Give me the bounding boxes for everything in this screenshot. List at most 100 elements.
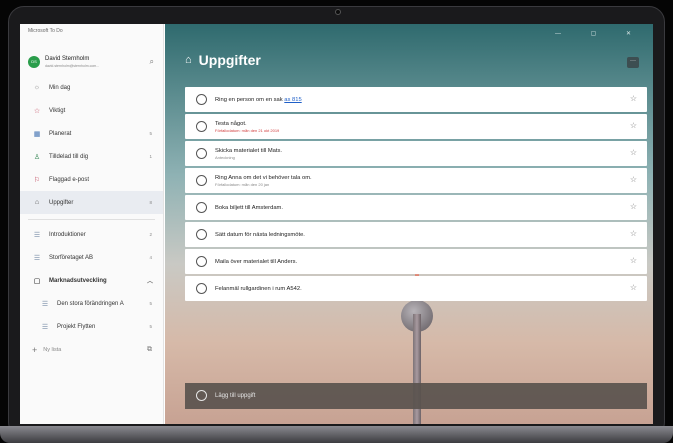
star-icon[interactable]: ☆ bbox=[630, 94, 637, 103]
complete-checkbox[interactable] bbox=[196, 202, 207, 213]
page-title: Uppgifter bbox=[198, 52, 261, 68]
task-item[interactable]: Maila över materialet till Anders. ☆ bbox=[185, 249, 647, 274]
complete-checkbox[interactable] bbox=[196, 229, 207, 240]
group-icon: ▢ bbox=[33, 277, 41, 285]
task-text: Boka biljett till Amsterdam. bbox=[215, 205, 283, 211]
page-header: ⌂ Uppgifter bbox=[185, 52, 261, 68]
sidebar-item-count: 5 bbox=[149, 131, 152, 136]
task-title: Felanmäl rullgardinen i rum A542. bbox=[215, 285, 302, 292]
star-icon[interactable]: ☆ bbox=[630, 121, 637, 130]
new-list-label: Ny lista bbox=[43, 347, 62, 353]
account-name: David Sternholm bbox=[45, 56, 90, 62]
task-due-date: Förfallodatum: mån den 21 okt 2019 bbox=[215, 127, 280, 133]
star-icon[interactable]: ☆ bbox=[630, 229, 637, 238]
sidebar-item-label: Projekt Flytten bbox=[57, 323, 96, 330]
star-icon[interactable]: ☆ bbox=[630, 148, 637, 157]
sidebar-divider bbox=[28, 219, 155, 220]
sidebar-item-tilldelad[interactable]: ♙ Tilldelad till dig 1 bbox=[20, 145, 163, 168]
more-options-button[interactable]: ··· bbox=[627, 57, 639, 68]
home-icon: ⌂ bbox=[185, 54, 192, 66]
task-text: Ring en person om en sak as 815 bbox=[215, 97, 302, 103]
add-group-icon[interactable]: ⧉ bbox=[147, 346, 152, 354]
sidebar-item-count: 5 bbox=[149, 301, 152, 306]
sidebar-item-label: Tilldelad till dig bbox=[49, 153, 89, 160]
sidebar-item-label: Introduktioner bbox=[49, 231, 86, 238]
task-text: Sätt datum för nästa ledningsmöte. bbox=[215, 232, 305, 238]
sidebar-nav: ☼ Min dag ☆ Viktigt ▦ Planerat 5 ♙ Tilld… bbox=[20, 76, 163, 338]
task-list: Ring en person om en sak as 815 ☆ Testa … bbox=[185, 87, 647, 303]
list-icon: ☰ bbox=[41, 323, 49, 331]
search-icon[interactable]: ⌕ bbox=[150, 57, 154, 67]
sidebar-item-count: 1 bbox=[149, 154, 152, 159]
task-title-text: Ring en person om en sak bbox=[215, 96, 283, 103]
sidebar-item-viktigt[interactable]: ☆ Viktigt bbox=[20, 99, 163, 122]
sidebar-item-label: Min dag bbox=[49, 84, 71, 91]
complete-checkbox[interactable] bbox=[196, 148, 207, 159]
sidebar-item-label: Planerat bbox=[49, 130, 72, 137]
sidebar-item-label: Uppgifter bbox=[49, 199, 74, 206]
list-icon: ☰ bbox=[33, 231, 41, 239]
chevron-up-icon[interactable]: ︿ bbox=[147, 276, 153, 285]
task-due-date: Förfallodatum: mån den 20 jan bbox=[215, 181, 270, 187]
add-task-circle-icon bbox=[196, 390, 207, 401]
complete-checkbox[interactable] bbox=[196, 256, 207, 267]
task-item[interactable]: Boka biljett till Amsterdam. ☆ bbox=[185, 195, 647, 220]
task-title: Testa något. bbox=[215, 120, 247, 127]
star-icon: ☆ bbox=[33, 107, 41, 115]
sidebar-list-projekt-flytten[interactable]: ☰ Projekt Flytten 5 bbox=[20, 315, 163, 338]
window-controls[interactable]: — ▢ ✕ bbox=[555, 30, 645, 37]
task-item[interactable]: Sätt datum för nästa ledningsmöte. ☆ bbox=[185, 222, 647, 247]
star-icon[interactable]: ☆ bbox=[630, 175, 637, 184]
sidebar-item-label: Storföretaget AB bbox=[49, 254, 94, 261]
sidebar-list-storforetaget[interactable]: ☰ Storföretaget AB 4 bbox=[20, 246, 163, 269]
camera bbox=[335, 9, 341, 15]
sidebar-item-min-dag[interactable]: ☼ Min dag bbox=[20, 76, 163, 99]
sidebar-item-label: Den stora förändringen A bbox=[57, 300, 124, 307]
task-title: Maila över materialet till Anders. bbox=[215, 258, 298, 265]
sidebar-group-label: Marknadsutveckling bbox=[49, 277, 107, 284]
list-icon: ☰ bbox=[41, 300, 49, 308]
star-icon[interactable]: ☆ bbox=[630, 283, 637, 292]
sidebar-list-introduktioner[interactable]: ☰ Introduktioner 2 bbox=[20, 223, 163, 246]
sidebar-item-label: Flaggad e-post bbox=[49, 176, 90, 183]
plus-icon: + bbox=[32, 345, 38, 355]
task-item[interactable]: Testa något. Förfallodatum: mån den 21 o… bbox=[185, 114, 647, 139]
complete-checkbox[interactable] bbox=[196, 175, 207, 186]
task-item[interactable]: Skicka materialet till Mats. Anteckning … bbox=[185, 141, 647, 166]
sidebar-list-den-stora[interactable]: ☰ Den stora förändringen A 5 bbox=[20, 292, 163, 315]
task-item[interactable]: Ring Anna om det vi behöver tala om. För… bbox=[185, 168, 647, 193]
task-text: Felanmäl rullgardinen i rum A542. bbox=[215, 286, 302, 292]
complete-checkbox[interactable] bbox=[196, 283, 207, 294]
complete-checkbox[interactable] bbox=[196, 94, 207, 105]
person-icon: ♙ bbox=[33, 153, 41, 161]
calendar-icon: ▦ bbox=[33, 130, 41, 138]
sidebar-item-label: Viktigt bbox=[49, 107, 66, 114]
sidebar-item-count: 2 bbox=[149, 232, 152, 237]
task-text: Testa något. Förfallodatum: mån den 21 o… bbox=[215, 121, 279, 133]
sidebar-item-uppgifter[interactable]: ⌂ Uppgifter 8 bbox=[20, 191, 163, 214]
laptop-base bbox=[0, 426, 673, 443]
avatar[interactable]: DS bbox=[28, 56, 40, 68]
sidebar-item-planerat[interactable]: ▦ Planerat 5 bbox=[20, 122, 163, 145]
task-title: Boka biljett till Amsterdam. bbox=[215, 204, 283, 211]
new-list-button[interactable]: + Ny lista ⧉ bbox=[20, 341, 163, 359]
sidebar-item-count: 5 bbox=[149, 324, 152, 329]
add-task-input[interactable]: Lägg till uppgift bbox=[185, 383, 647, 409]
task-text: Skicka materialet till Mats. Anteckning bbox=[215, 148, 282, 160]
task-title: Sätt datum för nästa ledningsmöte. bbox=[215, 231, 305, 238]
task-item[interactable]: Felanmäl rullgardinen i rum A542. ☆ bbox=[185, 276, 647, 301]
star-icon[interactable]: ☆ bbox=[630, 256, 637, 265]
star-icon[interactable]: ☆ bbox=[630, 202, 637, 211]
task-title: Skicka materialet till Mats. bbox=[215, 147, 283, 154]
app-window: Microsoft To Do DS David Sternholm david… bbox=[20, 24, 653, 424]
complete-checkbox[interactable] bbox=[196, 121, 207, 132]
task-item[interactable]: Ring en person om en sak as 815 ☆ bbox=[185, 87, 647, 112]
sidebar: Microsoft To Do DS David Sternholm david… bbox=[20, 24, 164, 424]
account-header[interactable]: DS David Sternholm david.sternholm@stern… bbox=[28, 54, 158, 72]
account-email: david.sternholm@sternholm.com... bbox=[45, 64, 100, 68]
task-link[interactable]: as 815 bbox=[284, 97, 301, 103]
task-text: Maila över materialet till Anders. bbox=[215, 259, 297, 265]
task-title: Ring Anna om det vi behöver tala om. bbox=[215, 174, 312, 181]
sidebar-group-marknadsutveckling[interactable]: ▢ Marknadsutveckling ︿ bbox=[20, 269, 163, 292]
sidebar-item-flaggad[interactable]: ⚐ Flaggad e-post bbox=[20, 168, 163, 191]
